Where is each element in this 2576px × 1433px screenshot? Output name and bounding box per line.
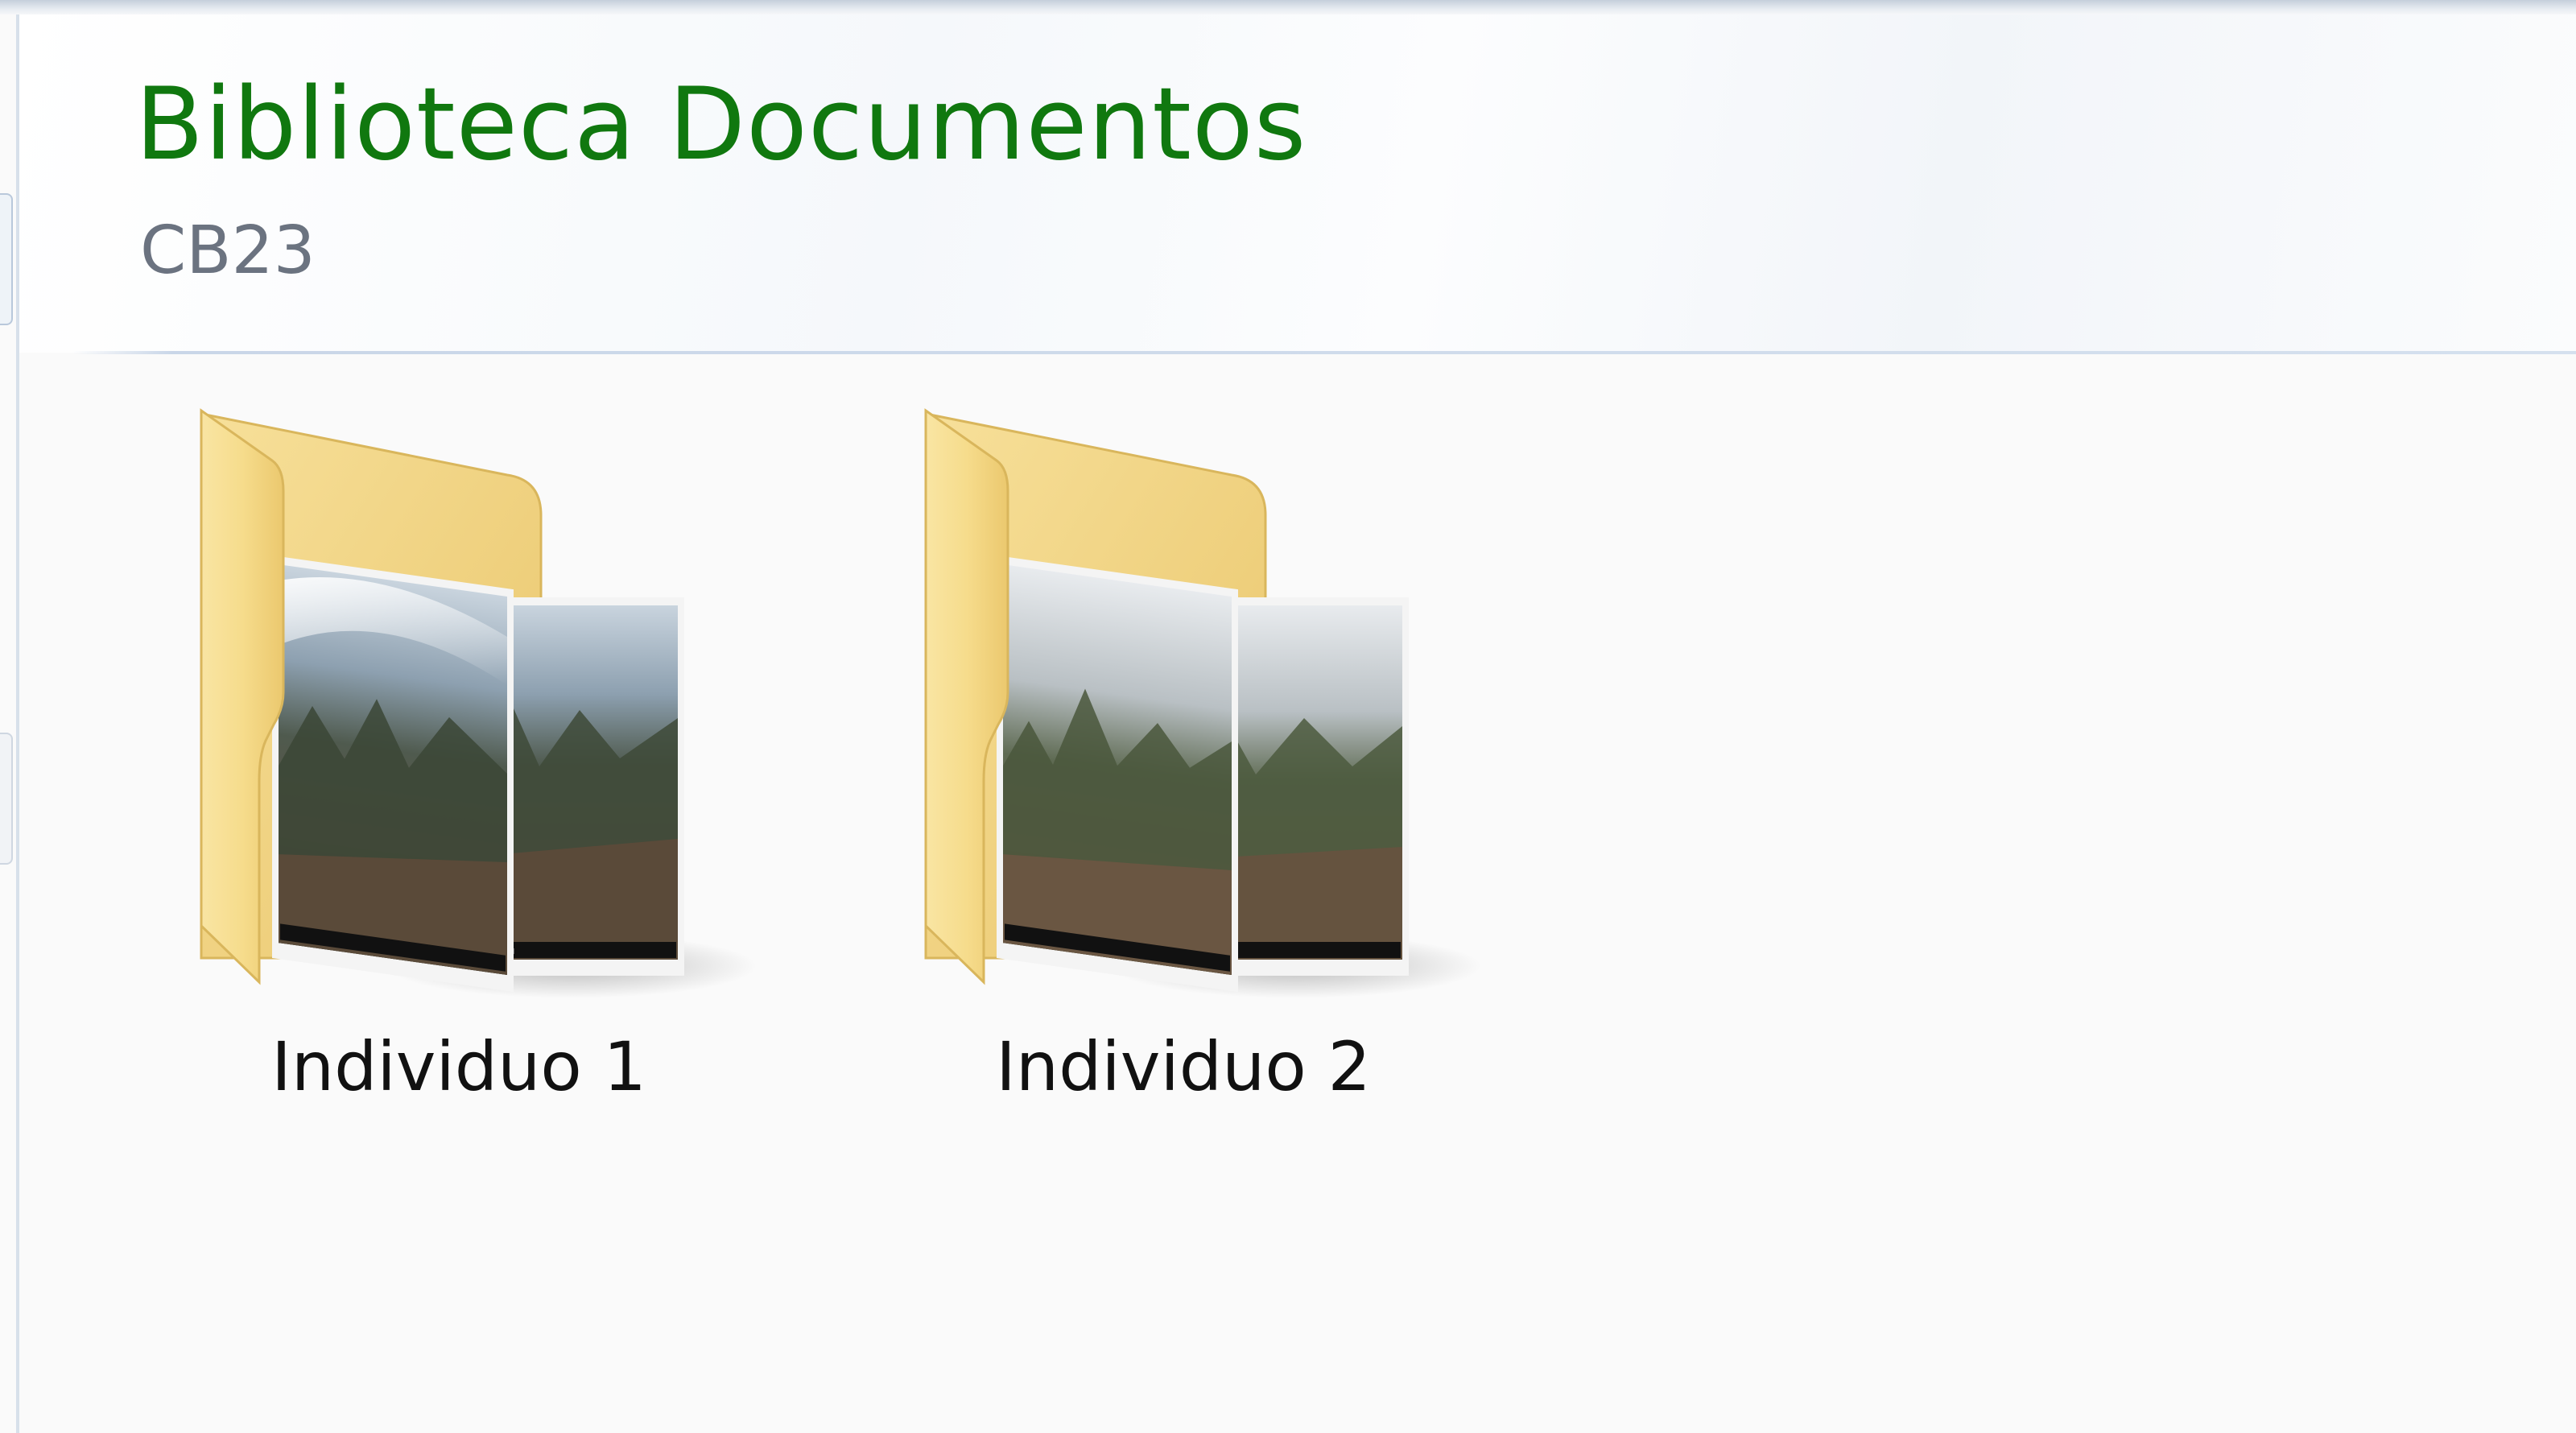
- library-title: Biblioteca Documentos: [135, 67, 1307, 183]
- explorer-window: Biblioteca Documentos CB23 ▪ ▪ ▪▪ ▪▪▪: [0, 0, 2576, 1433]
- folder-with-photos-icon: [924, 408, 1481, 998]
- navigation-pane-tab[interactable]: [0, 733, 13, 865]
- navigation-pane-tab[interactable]: [0, 193, 13, 325]
- window-top-edge: [0, 0, 2576, 14]
- folder-label[interactable]: Individuo 1: [153, 1022, 765, 1111]
- folder-item-individuo-1[interactable]: ▪ ▪ ▪▪ ▪▪▪ Individuo 1: [153, 403, 765, 1127]
- folder-label[interactable]: Individuo 2: [877, 1022, 1489, 1111]
- library-subtitle: CB23: [140, 213, 316, 289]
- folder-with-photos-icon: ▪ ▪ ▪▪ ▪▪▪: [200, 408, 757, 998]
- header-divider: [72, 351, 2576, 354]
- folder-item-individuo-2[interactable]: Individuo 2: [877, 403, 1489, 1127]
